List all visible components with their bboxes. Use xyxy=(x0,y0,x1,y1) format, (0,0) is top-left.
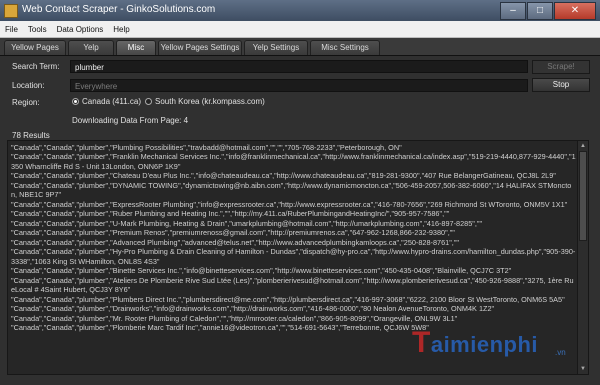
watermark-logo: Taimienphi xyxy=(412,326,539,359)
scroll-down-icon[interactable]: ▼ xyxy=(579,365,587,373)
menu-data-options[interactable]: Data Options xyxy=(52,25,109,34)
result-line: "Canada","Canada","plumber","Chateau D'e… xyxy=(11,171,556,181)
scroll-up-icon[interactable]: ▲ xyxy=(579,142,587,150)
maximize-button[interactable]: □ xyxy=(527,2,553,20)
result-line: "Canada","Canada","plumber","Ateliers De… xyxy=(11,275,574,295)
results-count: 78 Results xyxy=(12,131,50,140)
region-option-south-korea[interactable]: South Korea (kr.kompass.com) xyxy=(155,97,265,106)
search-term-label: Search Term: xyxy=(12,62,60,71)
menu-help[interactable]: Help xyxy=(108,25,134,34)
result-line: "Canada","Canada","plumber","Franklin Me… xyxy=(11,152,576,171)
window-title: Web Contact Scraper - GinkoSolutions.com xyxy=(22,4,216,15)
minimize-button[interactable]: – xyxy=(500,2,526,20)
scrape-button[interactable]: Scrape! xyxy=(532,60,590,74)
result-line: "Canada","Canada","plumber","Plumbing Po… xyxy=(11,143,402,152)
tab-yelp-settings[interactable]: Yelp Settings xyxy=(244,40,308,55)
result-line: "Canada","Canada","plumber","Ruber Plumb… xyxy=(11,209,450,219)
tab-misc[interactable]: Misc xyxy=(116,40,156,55)
menu-tools[interactable]: Tools xyxy=(23,25,52,34)
menu-bar: File Tools Data Options Help xyxy=(0,21,600,38)
region-radio-canada[interactable] xyxy=(72,98,79,105)
result-line: "Canada","Canada","plumber","Advanced Pl… xyxy=(11,237,460,247)
region-label: Region: xyxy=(12,98,40,107)
menu-file[interactable]: File xyxy=(0,25,23,34)
result-line: "Canada","Canada","plumber","Hy-Pro Plum… xyxy=(11,247,576,266)
app-icon xyxy=(4,4,18,18)
tab-bar: Yellow Pages Yelp Misc Yellow Pages Sett… xyxy=(0,38,600,56)
title-bar[interactable]: Web Contact Scraper - GinkoSolutions.com… xyxy=(0,0,600,22)
result-line: "Canada","Canada","plumber","DYNAMIC TOW… xyxy=(11,180,572,200)
close-button[interactable]: ✕ xyxy=(554,2,596,20)
result-line: "Canada","Canada","plumber","Binette Ser… xyxy=(11,266,512,276)
watermark-tld: .vn xyxy=(555,348,566,357)
tab-yellow-pages[interactable]: Yellow Pages xyxy=(4,40,66,55)
result-line: "Canada","Canada","plumber","Drainworks"… xyxy=(11,304,495,314)
location-input[interactable]: Everywhere xyxy=(70,79,528,92)
tab-yellow-pages-settings[interactable]: Yellow Pages Settings xyxy=(158,40,242,55)
location-label: Location: xyxy=(12,81,45,90)
result-line: "Canada","Canada","plumber","ExpressRoot… xyxy=(11,199,568,209)
tab-misc-settings[interactable]: Misc Settings xyxy=(310,40,380,55)
scroll-thumb[interactable] xyxy=(579,151,587,241)
status-text: Downloading Data From Page: 4 xyxy=(72,116,189,125)
result-line: "Canada","Canada","plumber","Mr. Rooter … xyxy=(11,313,458,323)
app-window: Web Contact Scraper - GinkoSolutions.com… xyxy=(0,0,600,385)
results-text: "Canada","Canada","plumber","Plumbing Po… xyxy=(11,143,577,333)
stop-button[interactable]: Stop xyxy=(532,78,590,92)
tab-yelp[interactable]: Yelp xyxy=(68,40,114,55)
region-option-canada[interactable]: Canada (411.ca) xyxy=(82,97,141,106)
result-line: "Canada","Canada","plumber","Premium Ren… xyxy=(11,228,455,238)
search-term-input[interactable]: plumber xyxy=(70,60,528,73)
result-line: "Canada","Canada","plumber","Plumbers Di… xyxy=(11,294,565,304)
region-radio-south-korea[interactable] xyxy=(145,98,152,105)
vertical-scrollbar[interactable]: ▲ ▼ xyxy=(577,141,588,374)
result-line: "Canada","Canada","plumber","U-Mark Plum… xyxy=(11,218,483,228)
